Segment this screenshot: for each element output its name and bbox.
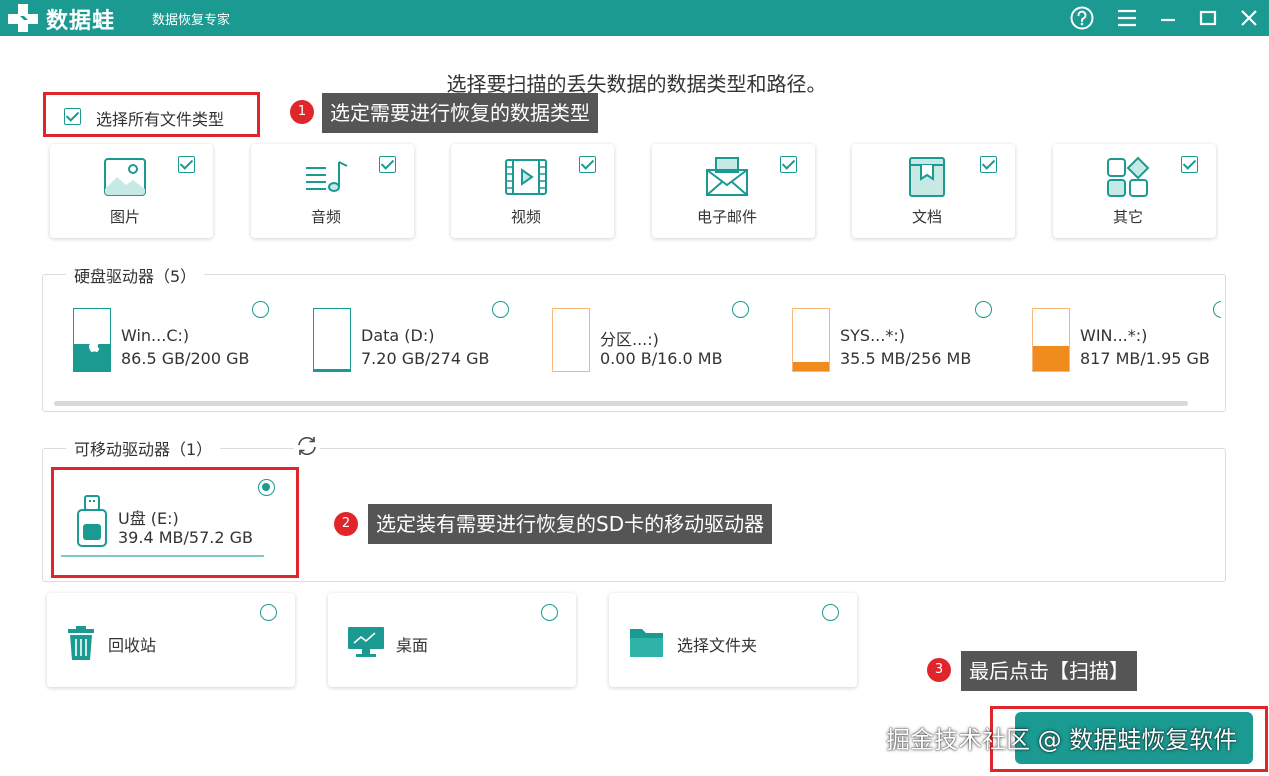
- location-card-folder[interactable]: 选择文件夹: [609, 593, 857, 687]
- drive-item-win[interactable]: WIN...*:) 817 MB/1.95 GB: [1032, 302, 1269, 382]
- location-card-desktop[interactable]: 桌面: [328, 593, 576, 687]
- title-bar: 数据蛙 数据恢复专家: [0, 0, 1269, 36]
- windows-logo-icon: [89, 339, 100, 352]
- drive-size: 0.00 B/16.0 MB: [600, 349, 723, 368]
- folder-icon: [630, 629, 663, 657]
- drive-usage-bar: [61, 555, 264, 557]
- video-icon: [505, 159, 547, 195]
- file-type-label: 视频: [510, 208, 541, 226]
- file-type-label: 音频: [310, 208, 341, 226]
- location-label: 桌面: [396, 636, 429, 655]
- file-type-checkbox[interactable]: [379, 156, 396, 173]
- email-icon: [706, 157, 748, 196]
- drive-item-usb[interactable]: U盘 (E:) 39.4 MB/57.2 GB: [61, 478, 289, 560]
- file-type-card-other[interactable]: 其它: [1053, 144, 1216, 238]
- drive-name: 分区...:): [600, 330, 659, 349]
- drive-usage-bar: [1032, 308, 1070, 372]
- drive-name: U盘 (E:): [118, 509, 179, 528]
- other-icon: [1107, 156, 1150, 197]
- file-type-checkbox[interactable]: [980, 156, 997, 173]
- step-marker-1: 1: [290, 100, 314, 124]
- maximize-icon[interactable]: [1195, 5, 1221, 31]
- drive-name: Win...C:): [121, 326, 190, 345]
- location-radio[interactable]: [541, 604, 558, 621]
- drive-radio-sys[interactable]: [975, 301, 992, 318]
- select-all-checkbox[interactable]: [64, 108, 81, 125]
- location-card-recycle-bin[interactable]: 回收站: [47, 593, 295, 687]
- drive-radio-win-clip: [1211, 301, 1221, 318]
- drive-usage-fill: [314, 369, 350, 371]
- file-type-card-document[interactable]: 文档: [852, 144, 1015, 238]
- removable-drive-section-label: 可移动驱动器（1）: [66, 436, 221, 460]
- audio-icon: [306, 161, 348, 192]
- file-type-card-image[interactable]: 图片: [50, 144, 213, 238]
- usb-drive-icon: [77, 495, 107, 547]
- refresh-icon[interactable]: [294, 434, 320, 458]
- drive-name: Data (D:): [361, 326, 435, 345]
- drive-name: WIN...*:): [1080, 326, 1148, 345]
- drive-size: 817 MB/1.95 GB: [1080, 349, 1210, 368]
- drive-usage-bar: [73, 308, 111, 372]
- file-type-checkbox[interactable]: [1181, 156, 1198, 173]
- app-subtitle: 数据恢复专家: [152, 13, 231, 28]
- file-type-checkbox[interactable]: [780, 156, 797, 173]
- drive-radio-c[interactable]: [252, 301, 269, 318]
- step-marker-3: 3: [927, 658, 951, 682]
- file-type-card-audio[interactable]: 音频: [251, 144, 414, 238]
- file-type-label: 图片: [109, 208, 140, 226]
- drive-size: 35.5 MB/256 MB: [840, 349, 972, 368]
- location-label: 回收站: [108, 636, 157, 655]
- file-type-label: 其它: [1112, 208, 1143, 226]
- drive-item-c[interactable]: Win...C:) 86.5 GB/200 GB: [73, 302, 313, 382]
- drive-radio-usb[interactable]: [258, 479, 275, 496]
- file-type-card-video[interactable]: 视频: [451, 144, 614, 238]
- drive-radio-win[interactable]: [1213, 301, 1221, 318]
- select-all-label: 选择所有文件类型: [96, 110, 225, 129]
- app-brand: 数据蛙: [46, 9, 116, 34]
- drive-size: 7.20 GB/274 GB: [361, 349, 490, 368]
- drive-usage-bar: [792, 308, 830, 372]
- location-label: 选择文件夹: [677, 636, 758, 655]
- step-marker-2: 2: [334, 512, 358, 536]
- drive-item-partition[interactable]: 分区...:) 0.00 B/16.0 MB: [552, 302, 792, 382]
- drive-usage-fill: [793, 362, 829, 371]
- file-type-checkbox[interactable]: [579, 156, 596, 173]
- minimize-icon[interactable]: [1155, 5, 1181, 31]
- step-callout-1: 选定需要进行恢复的数据类型: [322, 93, 598, 133]
- recycle-bin-icon: [68, 626, 94, 660]
- hard-drive-section-label: 硬盘驱动器（5）: [66, 263, 205, 287]
- image-icon: [104, 158, 146, 196]
- location-radio[interactable]: [822, 604, 839, 621]
- file-type-label: 文档: [911, 208, 942, 226]
- step-callout-2: 选定装有需要进行恢复的SD卡的移动驱动器: [368, 504, 773, 544]
- drive-size: 86.5 GB/200 GB: [121, 349, 250, 368]
- horizontal-scrollbar[interactable]: [54, 401, 1188, 406]
- file-type-checkbox[interactable]: [178, 156, 195, 173]
- step-callout-3: 最后点击【扫描】: [961, 651, 1137, 691]
- menu-icon[interactable]: [1114, 5, 1140, 31]
- close-icon[interactable]: [1236, 5, 1262, 31]
- desktop-icon: [348, 627, 384, 657]
- drive-radio-d[interactable]: [492, 301, 509, 318]
- drive-radio-partition[interactable]: [732, 301, 749, 318]
- watermark-text: 掘金技术社区 @ 数据蛙恢复软件: [886, 726, 1238, 754]
- app-logo-icon: [8, 4, 38, 32]
- file-type-label: 电子邮件: [696, 208, 757, 226]
- file-type-card-email[interactable]: 电子邮件: [652, 144, 815, 238]
- location-radio[interactable]: [260, 604, 277, 621]
- drive-size: 39.4 MB/57.2 GB: [118, 528, 253, 547]
- drive-usage-bar: [313, 308, 351, 372]
- drive-usage-fill: [1033, 345, 1069, 371]
- drive-item-sys[interactable]: SYS...*:) 35.5 MB/256 MB: [792, 302, 1032, 382]
- help-icon[interactable]: [1069, 5, 1095, 31]
- drive-name: SYS...*:): [840, 326, 905, 345]
- drive-item-d[interactable]: Data (D:) 7.20 GB/274 GB: [313, 302, 553, 382]
- document-icon: [909, 157, 945, 197]
- drive-usage-bar: [552, 308, 590, 372]
